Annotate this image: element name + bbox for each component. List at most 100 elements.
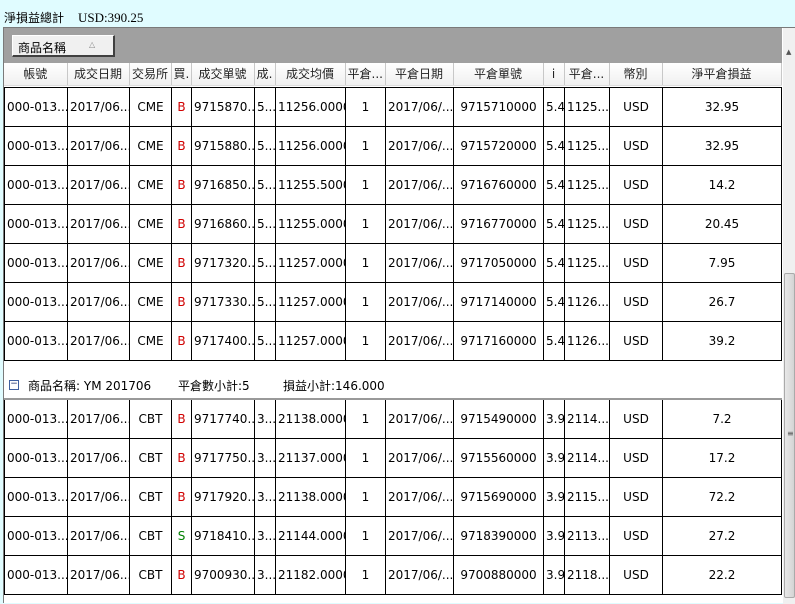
cell-currency: USD (609, 87, 663, 127)
cell-account: 000-013... (4, 398, 68, 439)
table-row[interactable]: 000-013... 2017/06... CBT B 9700930... 3... 21… (4, 554, 782, 595)
cell-close-qty: 1 (345, 476, 386, 517)
cell-close-price: 2118... (564, 554, 610, 595)
column-header-trade-date[interactable]: 成交日期 (67, 63, 130, 86)
cell-exchange: CBT (129, 476, 172, 517)
collapse-icon[interactable]: − (9, 380, 19, 390)
group-by-label: 商品名稱 (18, 41, 67, 55)
table-row[interactable]: 000-013... 2017/06... CBT B 9717920... 3... 21… (4, 476, 782, 517)
column-header-close-date[interactable]: 平倉日期 (385, 63, 454, 86)
pnl-grid-panel: 商品名稱 △ 帳號 成交日期 交易所 買. 成交單號 成. 成交均價 平倉... 平倉日期 平倉單… (3, 27, 795, 604)
column-header-close-qty[interactable]: 平倉... (345, 63, 386, 86)
cell-account: 000-013... (4, 165, 68, 205)
column-header-net-pnl[interactable]: 淨平倉損益 (662, 63, 782, 86)
table-row[interactable]: 000-013... 2017/06... CME B 9715880... 5... 11… (4, 126, 782, 166)
cell-close-order-no: 9718390000 (453, 515, 544, 556)
cell-exchange: CME (129, 243, 172, 283)
cell-account: 000-013... (4, 515, 68, 556)
scroll-up-icon[interactable]: ▲ (786, 48, 791, 56)
cell-exchange: CBT (129, 437, 172, 478)
cell-net-pnl: 22.2 (662, 554, 782, 595)
cell-currency: USD (609, 554, 663, 595)
summary-total: USD:390.25 (78, 10, 144, 25)
cell-rate: 5.4 (543, 204, 565, 244)
table-row[interactable]: 000-013... 2017/06... CBT B 9717740... 3... 21… (4, 398, 782, 439)
cell-close-price: 2115... (564, 476, 610, 517)
cell-close-date: 2017/06/... (385, 476, 454, 517)
cell-side: B (171, 398, 192, 439)
cell-lots: 5... (254, 126, 276, 166)
group-by-product-button[interactable]: 商品名稱 △ (12, 35, 115, 57)
cell-exchange: CME (129, 204, 172, 244)
cell-lots: 3... (254, 476, 276, 517)
cell-avg-price: 11255.5000 (275, 165, 346, 205)
column-header-order-no[interactable]: 成交單號 (191, 63, 255, 86)
column-header-close-price[interactable]: 平倉... (564, 63, 610, 86)
cell-order-no: 9717320... (191, 243, 255, 283)
cell-close-date: 2017/06/... (385, 398, 454, 439)
column-header-currency[interactable]: 幣別 (609, 63, 663, 86)
table-row[interactable]: 000-013... 2017/06... CME B 9716850... 5... 11… (4, 165, 782, 205)
cell-net-pnl: 7.2 (662, 398, 782, 439)
cell-order-no: 9717920... (191, 476, 255, 517)
cell-rate: 3.9 (543, 476, 565, 517)
cell-trade-date: 2017/06... (67, 321, 130, 361)
table-row[interactable]: 000-013... 2017/06... CBT B 9717750... 3... 21… (4, 437, 782, 478)
cell-currency: USD (609, 165, 663, 205)
cell-order-no: 9715880... (191, 126, 255, 166)
cell-close-date: 2017/06/... (385, 87, 454, 127)
cell-close-price: 1125... (564, 165, 610, 205)
table-row[interactable]: 000-013... 2017/06... CME B 9716860... 5... 11… (4, 204, 782, 244)
cell-close-qty: 1 (345, 165, 386, 205)
column-header-account[interactable]: 帳號 (4, 63, 68, 86)
cell-close-qty: 1 (345, 515, 386, 556)
table-row[interactable]: 000-013... 2017/06... CME B 9717320... 5... 11… (4, 243, 782, 283)
cell-net-pnl: 14.2 (662, 165, 782, 205)
cell-side: B (171, 321, 192, 361)
scrollbar-thumb[interactable]: ≡ (784, 273, 795, 598)
table-row[interactable]: 000-013... 2017/06... CME B 9715870... 5... 11… (4, 87, 782, 127)
group-by-bar: 商品名稱 △ (4, 28, 782, 63)
table-row[interactable]: 000-013... 2017/06... CME B 9717400... 5... 11… (4, 321, 782, 361)
cell-account: 000-013... (4, 87, 68, 127)
column-header-close-order-no[interactable]: 平倉單號 (453, 63, 544, 86)
cell-close-date: 2017/06/... (385, 554, 454, 595)
table-row[interactable]: 000-013... 2017/06... CME B 9717330... 5... 11… (4, 282, 782, 322)
cell-rate: 5.4 (543, 126, 565, 166)
cell-currency: USD (609, 476, 663, 517)
cell-exchange: CME (129, 87, 172, 127)
cell-close-price: 1125... (564, 87, 610, 127)
column-header-rate[interactable]: i (543, 63, 565, 86)
vertical-scrollbar[interactable]: ▲ ≡ (783, 28, 795, 604)
cell-side: B (171, 204, 192, 244)
cell-trade-date: 2017/06... (67, 126, 130, 166)
cell-currency: USD (609, 321, 663, 361)
cell-close-price: 1126... (564, 282, 610, 322)
sort-ascending-icon: △ (89, 40, 96, 49)
cell-close-date: 2017/06/... (385, 282, 454, 322)
cell-trade-date: 2017/06... (67, 204, 130, 244)
cell-close-order-no: 9715720000 (453, 126, 544, 166)
cell-avg-price: 21138.0000 (275, 398, 346, 439)
column-header-lots[interactable]: 成. (254, 63, 276, 86)
cell-trade-date: 2017/06... (67, 476, 130, 517)
column-header-exchange[interactable]: 交易所 (129, 63, 172, 86)
cell-account: 000-013... (4, 282, 68, 322)
cell-avg-price: 11257.0000 (275, 321, 346, 361)
cell-avg-price: 11256.0000 (275, 87, 346, 127)
cell-close-date: 2017/06/... (385, 437, 454, 478)
cell-avg-price: 11255.0000 (275, 204, 346, 244)
column-header-side[interactable]: 買. (171, 63, 192, 86)
cell-side: B (171, 554, 192, 595)
cell-net-pnl: 26.7 (662, 282, 782, 322)
cell-side: S (171, 515, 192, 556)
cell-order-no: 9715870... (191, 87, 255, 127)
cell-order-no: 9716860... (191, 204, 255, 244)
cell-order-no: 9717400... (191, 321, 255, 361)
table-row[interactable]: 000-013... 2017/06... CBT S 9718410... 3... 21… (4, 515, 782, 556)
column-header-avg-price[interactable]: 成交均價 (275, 63, 346, 86)
column-headers: 帳號 成交日期 交易所 買. 成交單號 成. 成交均價 平倉... 平倉日期 平倉單號 i 平倉...… (4, 63, 782, 86)
group-pnl: 損益小計:146.000 (283, 379, 385, 393)
group-header-ym: − 商品名稱: YM 201706 平倉數小計:5 損益小計:146.000 (4, 361, 781, 399)
cell-trade-date: 2017/06... (67, 398, 130, 439)
